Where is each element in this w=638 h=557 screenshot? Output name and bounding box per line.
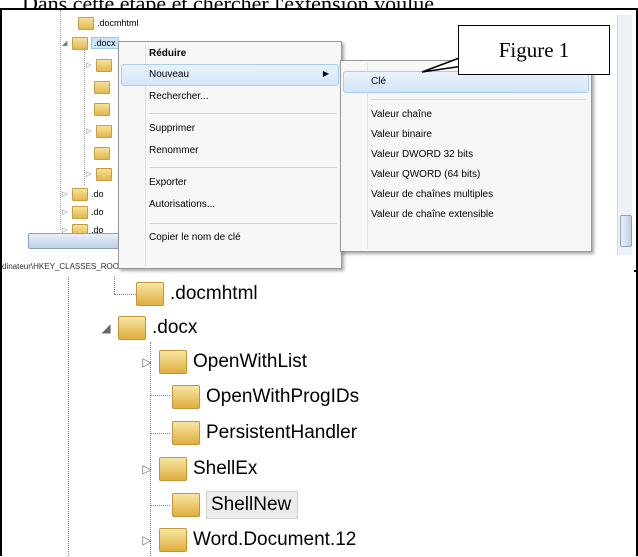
submenu-item-binary-value[interactable]: Valeur binaire [371, 129, 432, 140]
submenu-item-key[interactable]: Clé [371, 76, 386, 87]
tree-item-label: OpenWithList [193, 351, 308, 372]
tree-item[interactable]: ▷ .do [62, 185, 104, 203]
tree-item-label: OpenWithProgIDs [206, 386, 360, 407]
tree-item-label: .docmhtml [97, 18, 139, 28]
tree-item[interactable]: ▷ .do [62, 203, 104, 221]
tree-item-label: PersistentHandler [206, 422, 358, 443]
tree-guide-line [114, 277, 115, 294]
collapsed-arrow-icon: ▷ [86, 128, 92, 135]
tree-item[interactable]: .docmhtml [78, 14, 139, 32]
menu-item-collapse[interactable]: Réduire [149, 48, 186, 59]
context-menu: Réduire Nouveau ▶ Rechercher... Supprime… [118, 41, 342, 269]
folder-icon [72, 205, 88, 219]
folder-icon [96, 167, 112, 181]
submenu-item-multi-string-value[interactable]: Valeur de chaînes multiples [371, 189, 493, 200]
tree-guide-line [68, 277, 69, 556]
submenu-item-dword-value[interactable]: Valeur DWORD 32 bits [371, 149, 473, 160]
folder-icon [94, 102, 110, 116]
tree-guide-line [150, 505, 170, 506]
tree-item-expanded[interactable]: ◢ .docx [100, 311, 197, 345]
menu-item-export[interactable]: Exporter [149, 177, 187, 188]
tree-item-label: .do [91, 189, 104, 199]
tree-item[interactable]: ▷ OpenWithList [141, 345, 307, 379]
folder-icon [159, 350, 187, 374]
collapsed-arrow-icon: ▷ [86, 62, 92, 69]
tree-item[interactable]: ▷ [86, 165, 112, 183]
tree-item[interactable] [94, 78, 110, 96]
folder-icon [94, 80, 110, 94]
tree-item[interactable] [94, 100, 110, 118]
tree-item-selected[interactable]: ShellNew [172, 488, 299, 522]
collapsed-arrow-icon: ▷ [142, 533, 152, 547]
expanded-arrow-icon: ◢ [101, 321, 111, 335]
folder-icon [159, 457, 187, 481]
folder-icon [94, 146, 110, 160]
collapsed-arrow-icon: ▷ [62, 209, 68, 216]
menu-item-rename[interactable]: Renommer [149, 145, 198, 156]
submenu-item-qword-value[interactable]: Valeur QWORD (64 bits) [371, 169, 480, 180]
tree-guide-line [114, 294, 136, 295]
tree-item[interactable]: OpenWithProgIDs [172, 380, 359, 414]
menu-item-copy-key-name[interactable]: Copier le nom de clé [149, 232, 241, 243]
tree-guide-line [150, 395, 170, 396]
folder-icon [96, 124, 112, 138]
tree-item-label: .docmhtml [170, 283, 258, 304]
tree-item-label: ShellNew [206, 491, 299, 519]
folder-icon [159, 528, 187, 552]
vertical-scrollbar-thumb[interactable] [620, 215, 632, 247]
menu-separator [149, 113, 337, 114]
tree-item[interactable]: ▷ ShellEx [141, 452, 257, 486]
submenu-item-string-value[interactable]: Valeur chaîne [371, 109, 432, 120]
tree-item-label: ShellEx [193, 458, 258, 479]
tree-item[interactable] [94, 144, 110, 162]
menu-separator [149, 223, 337, 224]
tree-item-label: .docx [91, 37, 119, 49]
figure-callout: Figure 1 [458, 25, 610, 75]
tree-item[interactable]: .docmhtml [136, 277, 258, 311]
folder-icon [172, 421, 200, 445]
collapsed-arrow-icon: ▷ [142, 355, 152, 369]
menu-separator [371, 99, 587, 100]
folder-icon [172, 493, 200, 517]
tree-item[interactable]: ▷ [86, 122, 112, 140]
menu-item-find[interactable]: Rechercher... [149, 91, 208, 102]
tree-guide-line [150, 433, 170, 434]
menu-separator [149, 167, 337, 168]
folder-icon [172, 385, 200, 409]
folder-icon [96, 58, 112, 72]
tree-item-label: .docx [152, 317, 198, 338]
menu-item-new[interactable]: Nouveau [149, 69, 189, 80]
tree-item-selected[interactable]: ◢ .docx [62, 34, 119, 52]
submenu-arrow-icon: ▶ [322, 69, 329, 78]
collapsed-arrow-icon: ▷ [86, 171, 92, 178]
expanded-arrow-icon: ◢ [62, 40, 68, 47]
tree-item[interactable]: ▷ [86, 56, 112, 74]
collapsed-arrow-icon: ▷ [142, 462, 152, 476]
folder-icon [78, 16, 94, 30]
tree-item-label: Word.Document.12 [193, 529, 357, 550]
tree-item[interactable]: PersistentHandler [172, 416, 357, 450]
folder-icon [136, 282, 164, 306]
menu-item-delete[interactable]: Supprimer [149, 123, 195, 134]
folder-icon [72, 187, 88, 201]
menu-item-permissions[interactable]: Autorisations... [149, 199, 215, 210]
submenu-item-expandable-string-value[interactable]: Valeur de chaîne extensible [371, 209, 494, 220]
folder-icon [118, 316, 146, 340]
tree-item-label: .do [91, 207, 104, 217]
tree-item[interactable]: ▷ Word.Document.12 [141, 523, 356, 557]
collapsed-arrow-icon: ▷ [62, 191, 68, 198]
folder-icon [72, 36, 88, 50]
